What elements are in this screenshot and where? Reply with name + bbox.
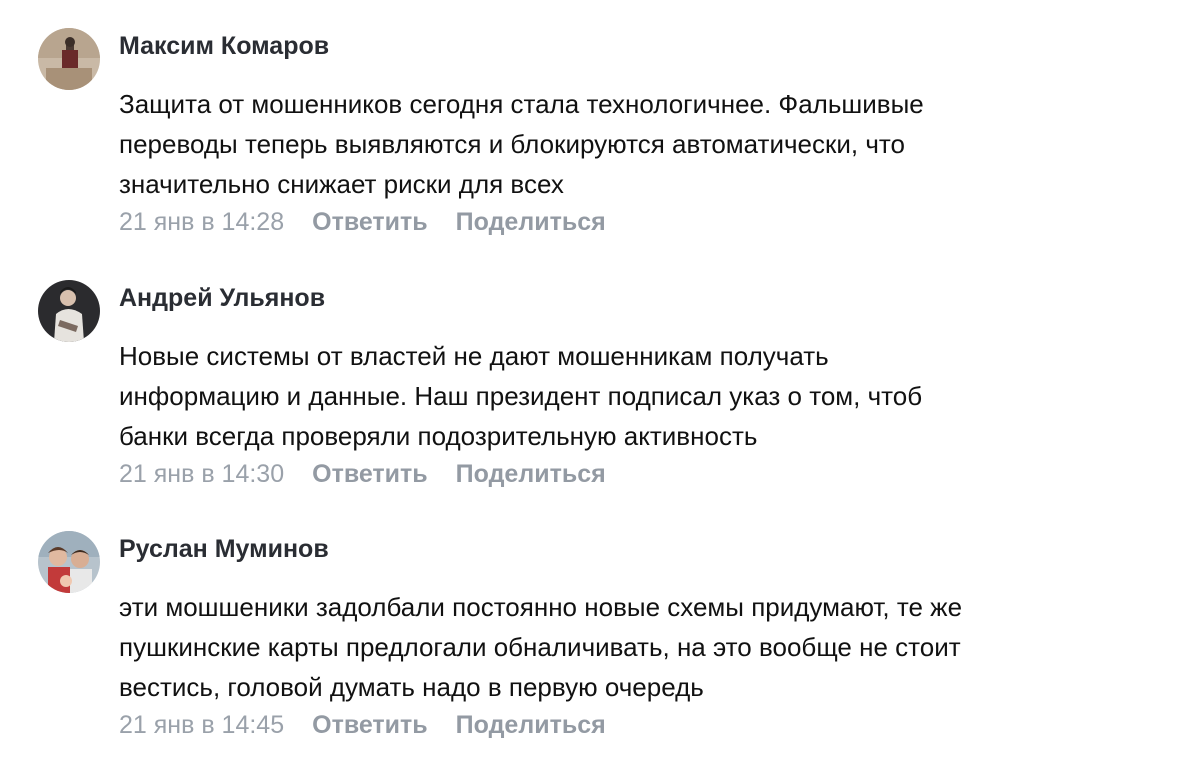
comment-text-line: значительно снижает риски для всех: [119, 169, 564, 199]
comment-text: Защита от мошенников сегодня стала техно…: [119, 84, 1179, 204]
comment-text-line: вестись, головой думать надо в первую оч…: [119, 672, 704, 702]
comment-date[interactable]: 21 янв в 14:28: [119, 208, 284, 236]
user-avatar-icon: [38, 28, 100, 90]
reply-button[interactable]: Ответить: [312, 460, 428, 488]
comment-date[interactable]: 21 янв в 14:45: [119, 711, 284, 739]
comment-author[interactable]: Руслан Муминов: [119, 535, 329, 564]
avatar[interactable]: [38, 531, 100, 593]
comment-meta: 21 янв в 14:30 Ответить Поделиться: [119, 460, 606, 489]
comment-text-line: Новые системы от властей не дают мошенни…: [119, 341, 829, 371]
user-avatar-icon: [38, 280, 100, 342]
reply-button[interactable]: Ответить: [312, 208, 428, 236]
comment-text: Новые системы от властей не дают мошенни…: [119, 336, 1179, 456]
share-button[interactable]: Поделиться: [456, 711, 606, 739]
comment-text-line: банки всегда проверяли подозрительную ак…: [119, 421, 758, 451]
comment-text-line: пушкинские карты предлогали обналичивать…: [119, 632, 961, 662]
comment-date[interactable]: 21 янв в 14:30: [119, 460, 284, 488]
avatar[interactable]: [38, 280, 100, 342]
avatar[interactable]: [38, 28, 100, 90]
comment-meta: 21 янв в 14:28 Ответить Поделиться: [119, 208, 606, 237]
reply-button[interactable]: Ответить: [312, 711, 428, 739]
comment-author[interactable]: Андрей Ульянов: [119, 284, 325, 313]
comment-text-line: эти мошшеники задолбали постоянно новые …: [119, 592, 963, 622]
share-button[interactable]: Поделиться: [456, 208, 606, 236]
comment-text-line: информацию и данные. Наш президент подпи…: [119, 381, 923, 411]
comment-text-line: Защита от мошенников сегодня стала техно…: [119, 89, 924, 119]
comment-text: эти мошшеники задолбали постоянно новые …: [119, 587, 1179, 707]
comment-text-line: переводы теперь выявляются и блокируются…: [119, 129, 905, 159]
comment-meta: 21 янв в 14:45 Ответить Поделиться: [119, 711, 606, 740]
comment-author[interactable]: Максим Комаров: [119, 32, 329, 61]
share-button[interactable]: Поделиться: [456, 460, 606, 488]
user-avatar-icon: [38, 531, 100, 593]
